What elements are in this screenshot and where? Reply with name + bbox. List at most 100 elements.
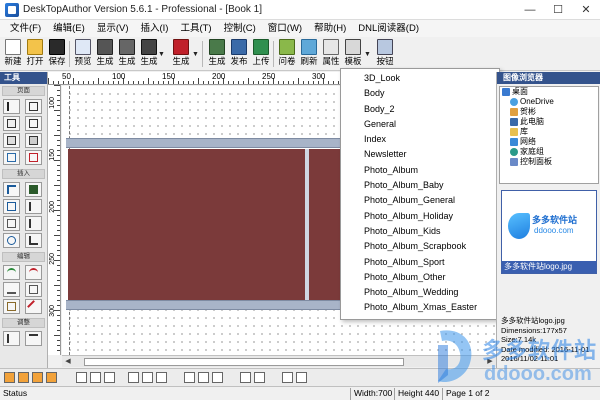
layer-front-icon[interactable] xyxy=(46,372,57,383)
align-bottom-icon[interactable] xyxy=(156,372,167,383)
scrollbar-thumb[interactable] xyxy=(84,358,404,366)
align-middle-icon[interactable] xyxy=(142,372,153,383)
link-tool[interactable] xyxy=(3,233,20,248)
scroll-left-arrow-icon[interactable]: ◀ xyxy=(62,356,74,368)
tree-item-desktop[interactable]: 桌面 xyxy=(500,87,598,97)
template-item-general[interactable]: General xyxy=(341,117,499,132)
text-tool[interactable] xyxy=(3,182,20,197)
page-tool[interactable] xyxy=(25,99,42,114)
prev-page-tool[interactable] xyxy=(3,150,20,165)
menu-view[interactable]: 显示(V) xyxy=(91,20,135,37)
minimize-button[interactable]: — xyxy=(516,0,544,20)
anchor-tool[interactable] xyxy=(25,233,42,248)
layer-back-icon[interactable] xyxy=(4,372,15,383)
build-secure-button[interactable]: 生成 xyxy=(170,39,192,69)
copy-page-tool[interactable] xyxy=(3,133,20,148)
add-page-tool[interactable] xyxy=(3,116,20,131)
same-size-icon[interactable] xyxy=(212,372,223,383)
stack-page-tool[interactable] xyxy=(25,133,42,148)
menu-tools[interactable]: 工具(T) xyxy=(174,20,217,37)
undo-tool[interactable] xyxy=(3,265,20,280)
align-tool[interactable] xyxy=(3,331,20,346)
template-item-newsletter[interactable]: Newsletter xyxy=(341,147,499,162)
tree-item-user[interactable]: 贺彬 xyxy=(500,107,598,117)
template-item-photo-album-xmas-easter[interactable]: Photo_Album_Xmas_Easter xyxy=(341,300,499,315)
next-page-tool[interactable] xyxy=(25,150,42,165)
maximize-button[interactable]: ☐ xyxy=(544,0,572,20)
remove-page-tool[interactable] xyxy=(25,116,42,131)
template-item-photo-album-baby[interactable]: Photo_Album_Baby xyxy=(341,178,499,193)
menu-insert[interactable]: 插入(I) xyxy=(134,20,174,37)
tree-item-homegroup[interactable]: 家庭组 xyxy=(500,147,598,157)
scroll-right-arrow-icon[interactable]: ▶ xyxy=(484,356,496,368)
ruler-tick xyxy=(58,81,59,84)
menu-file[interactable]: 文件(F) xyxy=(4,20,47,37)
cut-tool[interactable] xyxy=(3,282,20,297)
layer-backward-icon[interactable] xyxy=(18,372,29,383)
horizontal-scrollbar[interactable]: ◀ ▶ xyxy=(62,355,496,367)
menu-edit[interactable]: 编辑(E) xyxy=(47,20,91,37)
ddooo-logo-mark-icon xyxy=(508,213,530,239)
textbox-tool[interactable] xyxy=(3,199,20,214)
center-horizontal-icon[interactable] xyxy=(282,372,293,383)
template-item-body[interactable]: Body xyxy=(341,86,499,101)
ruler-tick xyxy=(57,340,60,341)
close-button[interactable]: ✕ xyxy=(572,0,600,20)
align-icon xyxy=(7,334,16,343)
align-center-icon[interactable] xyxy=(90,372,101,383)
template-item-3d-look[interactable]: 3D_Look xyxy=(341,71,499,86)
paste-tool[interactable] xyxy=(3,299,20,314)
layer-forward-icon[interactable] xyxy=(32,372,43,383)
tree-item-onedrive[interactable]: OneDrive xyxy=(500,97,598,107)
template-item-photo-album-general[interactable]: Photo_Album_General xyxy=(341,193,499,208)
template-item-index[interactable]: Index xyxy=(341,132,499,147)
build-dnl-button[interactable]: 生成 xyxy=(138,39,160,69)
image-info-dimensions: Dimensions:177x57 xyxy=(501,325,567,335)
template-item-photo-album-scrapbook[interactable]: Photo_Album_Scrapbook xyxy=(341,239,499,254)
template-item-photo-album-kids[interactable]: Photo_Album_Kids xyxy=(341,224,499,239)
menu-dnl-reader[interactable]: DNL阅读器(D) xyxy=(352,20,425,37)
center-vertical-icon[interactable] xyxy=(296,372,307,383)
align-right-icon[interactable] xyxy=(104,372,115,383)
delete-tool[interactable] xyxy=(25,299,42,314)
menu-window[interactable]: 窗口(W) xyxy=(262,20,308,37)
same-height-icon[interactable] xyxy=(198,372,209,383)
build-dropdown-arrow[interactable]: ▼ xyxy=(158,51,165,58)
tools-panel-title: 工具 xyxy=(0,72,47,84)
ruler-tick xyxy=(57,350,60,351)
ruler-tick xyxy=(57,325,60,326)
template-item-photo-album-sport[interactable]: Photo_Album_Sport xyxy=(341,255,499,270)
template-item-photo-album-holiday[interactable]: Photo_Album_Holiday xyxy=(341,209,499,224)
template-item-photo-album[interactable]: Photo_Album xyxy=(341,163,499,178)
menu-help[interactable]: 帮助(H) xyxy=(308,20,352,37)
space-vertical-icon[interactable] xyxy=(254,372,265,383)
ruler-tick xyxy=(57,115,60,116)
redo-tool[interactable] xyxy=(25,265,42,280)
save-button[interactable]: 保存 xyxy=(46,39,68,69)
menu-control[interactable]: 控制(C) xyxy=(218,20,262,37)
input-tool[interactable] xyxy=(3,216,20,231)
secure-dropdown-arrow[interactable]: ▼ xyxy=(192,51,199,58)
button-tool-button[interactable]: 按钮 xyxy=(374,39,396,69)
space-horizontal-icon[interactable] xyxy=(240,372,251,383)
tree-item-libraries[interactable]: 库 xyxy=(500,127,598,137)
image-tool[interactable] xyxy=(25,182,42,197)
distribute-tool[interactable] xyxy=(25,331,42,346)
template-item-photo-album-wedding[interactable]: Photo_Album_Wedding xyxy=(341,285,499,300)
align-top-icon[interactable] xyxy=(128,372,139,383)
align-left-icon[interactable] xyxy=(76,372,87,383)
template-item-photo-album-other[interactable]: Photo_Album_Other xyxy=(341,270,499,285)
tree-item-network[interactable]: 网络 xyxy=(500,137,598,147)
same-width-icon[interactable] xyxy=(184,372,195,383)
tree-item-control-panel[interactable]: 控制面板 xyxy=(500,157,598,167)
image-thumbnail[interactable]: 多多软件站 ddooo.com 多多软件站logo.jpg xyxy=(501,190,597,274)
upload-button[interactable]: 上传 xyxy=(250,39,272,69)
main-content-block[interactable] xyxy=(68,149,306,300)
copy-tool[interactable] xyxy=(25,282,42,297)
template-button[interactable]: 模板 xyxy=(342,39,364,69)
select-tool[interactable] xyxy=(3,99,20,114)
tree-item-this-pc[interactable]: 此电脑 xyxy=(500,117,598,127)
richtext-tool[interactable] xyxy=(25,199,42,214)
template-item-body-2[interactable]: Body_2 xyxy=(341,102,499,117)
label-tool[interactable] xyxy=(25,216,42,231)
